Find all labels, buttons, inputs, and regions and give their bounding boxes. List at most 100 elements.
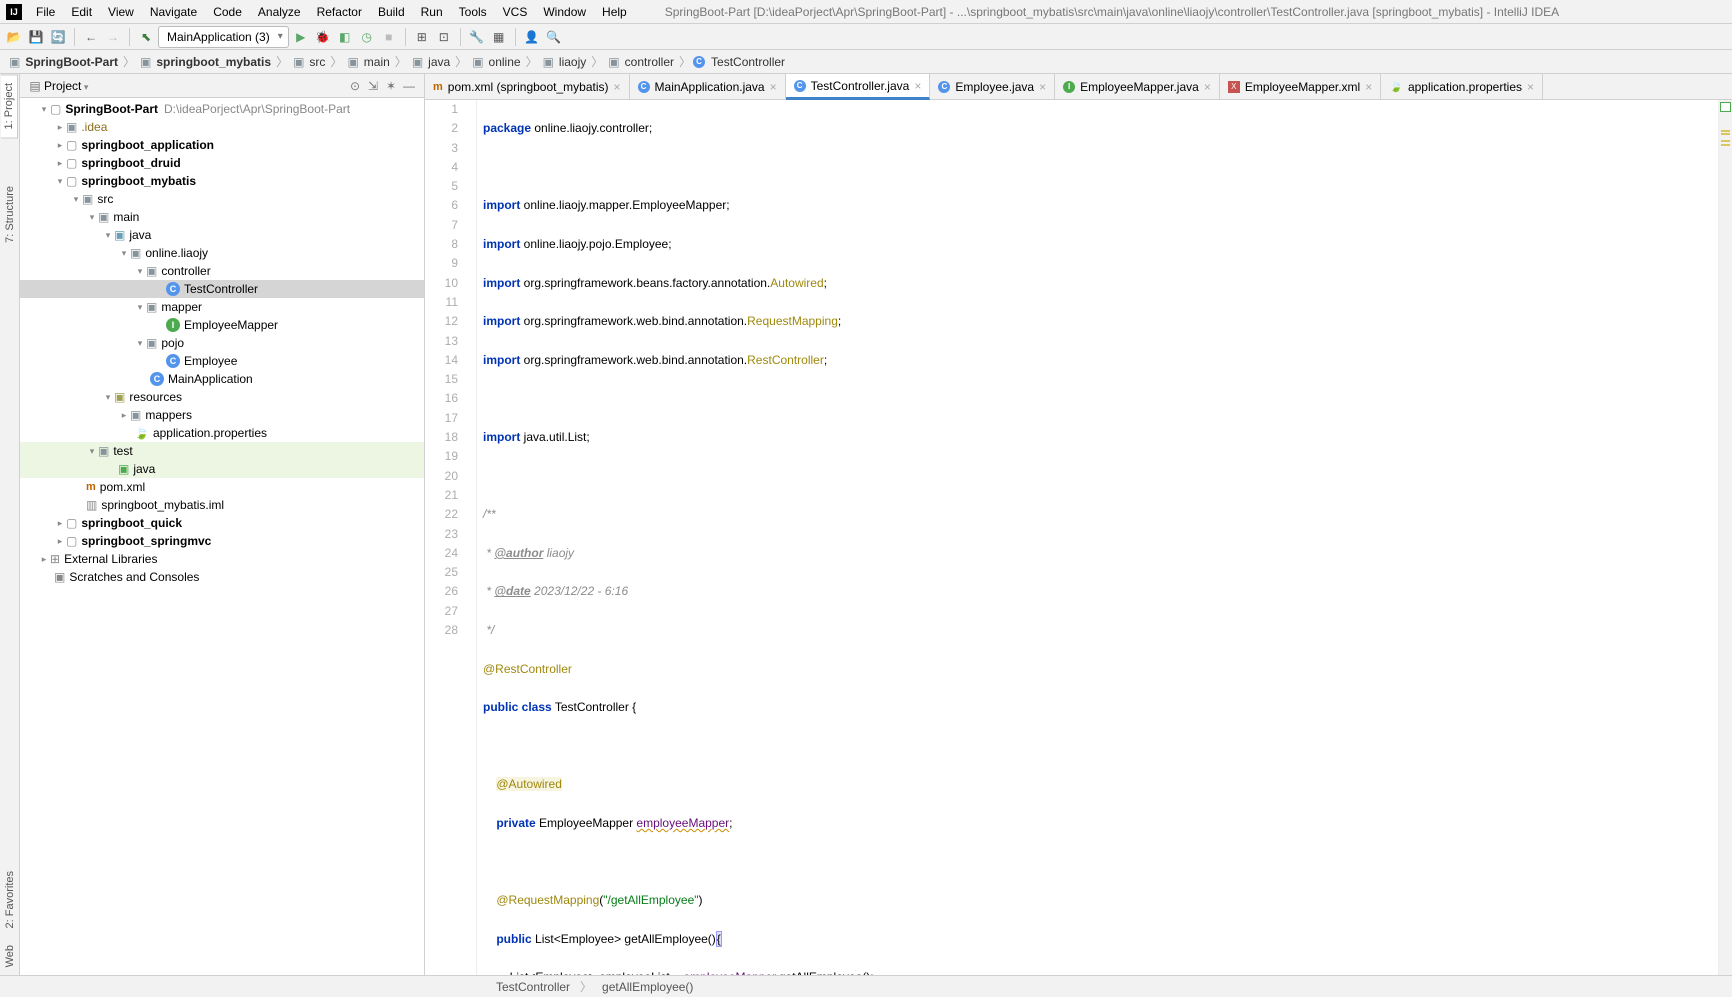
menu-code[interactable]: Code: [205, 2, 250, 22]
breadcrumb-item[interactable]: main: [361, 55, 393, 69]
menu-analyze[interactable]: Analyze: [250, 2, 309, 22]
menu-navigate[interactable]: Navigate: [142, 2, 205, 22]
tree-java-test[interactable]: ▣java: [20, 460, 424, 478]
tree-druid[interactable]: ▸▢springboot_druid: [20, 154, 424, 172]
tree-springmvc[interactable]: ▸▢springboot_springmvc: [20, 532, 424, 550]
menu-run[interactable]: Run: [413, 2, 451, 22]
menu-build[interactable]: Build: [370, 2, 413, 22]
project-view-icon[interactable]: ▤: [26, 79, 44, 93]
open-icon[interactable]: 📂: [4, 27, 24, 47]
breadcrumb-item[interactable]: src: [306, 55, 328, 69]
tool-tab-project[interactable]: 1: Project: [1, 74, 18, 138]
tree-extlib[interactable]: ▸⊞External Libraries: [20, 550, 424, 568]
status-crumb-class[interactable]: TestController: [496, 980, 570, 994]
tree-app[interactable]: ▸▢springboot_application: [20, 136, 424, 154]
editor-tab[interactable]: 🍃application.properties×: [1381, 74, 1543, 99]
menu-view[interactable]: View: [100, 2, 142, 22]
locate-icon[interactable]: ⊙: [346, 79, 364, 93]
warning-mark[interactable]: [1721, 140, 1730, 142]
tree-package[interactable]: ▾▣online.liaojy: [20, 244, 424, 262]
tree-main[interactable]: ▾▣main: [20, 208, 424, 226]
tree-src[interactable]: ▾▣src: [20, 190, 424, 208]
menu-help[interactable]: Help: [594, 2, 635, 22]
tree-scratch[interactable]: ▣Scratches and Consoles: [20, 568, 424, 586]
debug-icon[interactable]: 🐞: [313, 27, 333, 47]
nav-up-icon[interactable]: ⬉: [136, 27, 156, 47]
warning-mark[interactable]: [1721, 133, 1730, 135]
project-tree[interactable]: ▾▢SpringBoot-PartD:\ideaPorject\Apr\Spri…: [20, 98, 424, 975]
build-icon[interactable]: 🔧: [467, 27, 487, 47]
profile-icon[interactable]: ◷: [357, 27, 377, 47]
tree-quick[interactable]: ▸▢springboot_quick: [20, 514, 424, 532]
run-icon[interactable]: ▶: [291, 27, 311, 47]
close-icon[interactable]: ×: [1527, 80, 1534, 94]
tree-controller[interactable]: ▾▣controller: [20, 262, 424, 280]
close-icon[interactable]: ×: [1365, 80, 1372, 94]
close-icon[interactable]: ×: [914, 79, 921, 93]
tree-java-main[interactable]: ▾▣java: [20, 226, 424, 244]
tree-employeemapper[interactable]: IEmployeeMapper: [20, 316, 424, 334]
sync-icon[interactable]: 🔄: [48, 27, 68, 47]
tree-pojo[interactable]: ▾▣pojo: [20, 334, 424, 352]
back-icon[interactable]: ←: [81, 27, 101, 47]
menu-tools[interactable]: Tools: [451, 2, 495, 22]
close-icon[interactable]: ×: [614, 80, 621, 94]
tree-idea[interactable]: ▸▣.idea: [20, 118, 424, 136]
tool-tab-favorites[interactable]: 2: Favorites: [2, 863, 18, 936]
close-icon[interactable]: ×: [770, 80, 777, 94]
tree-testcontroller[interactable]: CTestController: [20, 280, 424, 298]
menu-vcs[interactable]: VCS: [495, 2, 536, 22]
breadcrumb-item[interactable]: online: [486, 55, 524, 69]
tree-test[interactable]: ▾▣test: [20, 442, 424, 460]
tool-tab-web[interactable]: Web: [2, 937, 18, 975]
tree-root[interactable]: ▾▢SpringBoot-PartD:\ideaPorject\Apr\Spri…: [20, 100, 424, 118]
tree-iml[interactable]: ▥springboot_mybatis.iml: [20, 496, 424, 514]
tree-resources[interactable]: ▾▣resources: [20, 388, 424, 406]
error-stripe[interactable]: [1718, 100, 1732, 975]
code-content[interactable]: package online.liaojy.controller; import…: [477, 100, 1718, 975]
code-editor[interactable]: 1234567891011121314151617181920212223242…: [425, 100, 1732, 975]
search-everywhere-icon[interactable]: 👤: [522, 27, 542, 47]
breadcrumb-item[interactable]: liaojy: [556, 55, 589, 69]
menu-refactor[interactable]: Refactor: [309, 2, 370, 22]
hide-icon[interactable]: —: [400, 79, 418, 93]
project-panel-title[interactable]: Project: [44, 79, 346, 93]
save-icon[interactable]: 💾: [26, 27, 46, 47]
editor-tab[interactable]: CMainApplication.java×: [630, 74, 786, 99]
menu-file[interactable]: File: [28, 2, 63, 22]
settings-icon[interactable]: ✶: [382, 79, 400, 93]
editor-tab[interactable]: IEmployeeMapper.java×: [1055, 74, 1220, 99]
breadcrumb-item[interactable]: SpringBoot-Part: [22, 55, 121, 69]
menu-edit[interactable]: Edit: [63, 2, 100, 22]
search-icon[interactable]: 🔍: [544, 27, 564, 47]
tree-mappers[interactable]: ▸▣mappers: [20, 406, 424, 424]
tree-mainapplication[interactable]: CMainApplication: [20, 370, 424, 388]
run-config-selector[interactable]: MainApplication (3): [158, 26, 289, 48]
tree-pom[interactable]: mpom.xml: [20, 478, 424, 496]
warning-mark[interactable]: [1721, 144, 1730, 146]
add-config-icon[interactable]: ⊞: [412, 27, 432, 47]
inspection-indicator[interactable]: [1720, 102, 1731, 112]
menu-window[interactable]: Window: [535, 2, 594, 22]
main-menu[interactable]: FileEditViewNavigateCodeAnalyzeRefactorB…: [28, 2, 635, 22]
breadcrumb-item[interactable]: java: [425, 55, 453, 69]
tree-mapper[interactable]: ▾▣mapper: [20, 298, 424, 316]
tree-mybatis[interactable]: ▾▢springboot_mybatis: [20, 172, 424, 190]
editor-tab[interactable]: CTestController.java×: [786, 74, 931, 100]
tree-employee[interactable]: CEmployee: [20, 352, 424, 370]
tree-appprops[interactable]: 🍃application.properties: [20, 424, 424, 442]
status-crumb-method[interactable]: getAllEmployee(): [602, 980, 693, 994]
breadcrumb-item[interactable]: springboot_mybatis: [153, 55, 274, 69]
breadcrumb-item[interactable]: TestController: [708, 55, 788, 69]
close-icon[interactable]: ×: [1204, 80, 1211, 94]
close-icon[interactable]: ×: [1039, 80, 1046, 94]
tool-tab-structure[interactable]: 7: Structure: [2, 178, 18, 251]
forward-icon[interactable]: →: [103, 27, 123, 47]
coverage-icon[interactable]: ◧: [335, 27, 355, 47]
attach-icon[interactable]: ⊡: [434, 27, 454, 47]
editor-tab[interactable]: CEmployee.java×: [930, 74, 1055, 99]
collapse-icon[interactable]: ⇲: [364, 79, 382, 93]
project-structure-icon[interactable]: ▦: [489, 27, 509, 47]
breadcrumb-item[interactable]: controller: [622, 55, 677, 69]
editor-tab[interactable]: mpom.xml (springboot_mybatis)×: [425, 74, 630, 99]
